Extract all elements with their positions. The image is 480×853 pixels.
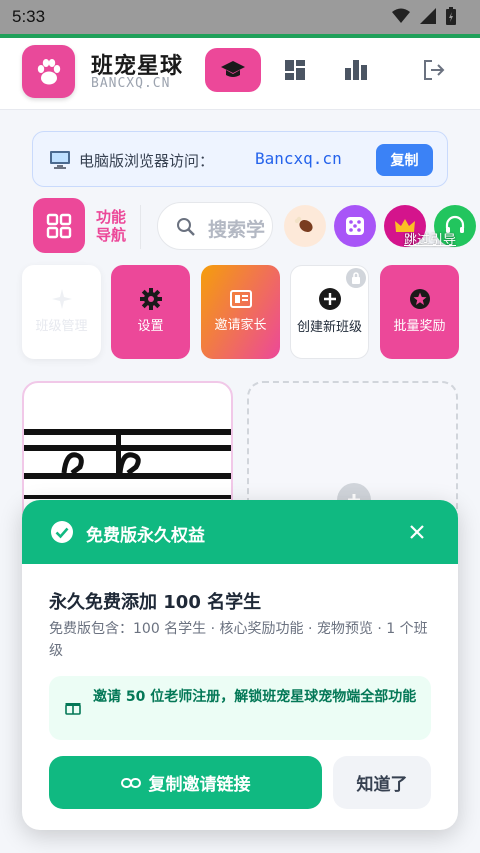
copy-invite-link-button[interactable]: 复制邀请链接 [49, 756, 322, 809]
nav-class-button[interactable] [205, 48, 261, 92]
tile-label: 批量奖励 [393, 319, 446, 334]
modal-title: 免费版永久权益 [86, 526, 205, 546]
tile-bulk-reward[interactable]: 批量奖励 [380, 265, 459, 359]
copy-url-button[interactable]: 复制 [376, 144, 433, 176]
copy-invite-link-label: 复制邀请链接 [148, 775, 251, 795]
modal-description: 免费版包含：100 名学生 · 核心奖励功能 · 宠物预览 · 1 个班级 [49, 621, 428, 659]
invite-tip-text: 邀请 50 位老师注册，解锁班宠星球宠物端全部功能 [93, 689, 417, 705]
computer-icon [50, 151, 70, 169]
search-icon [177, 218, 195, 236]
dice-icon [346, 217, 364, 235]
check-circle-icon [51, 521, 73, 543]
tile-create-class[interactable]: 创建新班级 [290, 265, 369, 359]
wifi-icon [392, 8, 410, 23]
skip-guide-link[interactable]: 跳过引导 [404, 229, 456, 248]
gear-icon [139, 288, 162, 310]
free-plan-modal: 免费版永久权益 永久免费添加 100 名学生 免费版包含：100 名学生 · 核… [22, 500, 458, 830]
dashboard-icon [285, 60, 305, 80]
student-search-input[interactable]: 搜索学 [157, 202, 273, 250]
got-it-button[interactable]: 知道了 [333, 756, 431, 809]
random-pick-button[interactable] [334, 205, 376, 247]
sparkle-icon [51, 289, 72, 309]
banner-text: 电脑版浏览器访问： [79, 152, 215, 170]
app-logo[interactable] [22, 45, 75, 98]
logout-icon [424, 60, 445, 80]
nav-dashboard-button[interactable] [281, 56, 309, 84]
tile-label: 邀请家长 [214, 318, 267, 333]
modal-headline: 永久免费添加 100 名学生 [49, 592, 262, 613]
tile-label: 创建新班级 [296, 320, 362, 335]
tile-label: 班级管理 [35, 319, 88, 334]
tile-label: 设置 [137, 319, 164, 334]
system-icons [392, 7, 456, 25]
modal-header: 免费版永久权益 [22, 500, 458, 564]
status-bar: 5:33 [0, 0, 480, 34]
tile-settings[interactable]: 设置 [111, 265, 190, 359]
tile-class-management[interactable]: 班级管理 [22, 265, 101, 359]
gift-icon [65, 703, 81, 715]
battery-icon [446, 7, 456, 25]
lock-icon [346, 268, 366, 288]
meat-icon [294, 216, 313, 233]
status-time: 5:33 [12, 7, 46, 26]
grid-icon [46, 213, 72, 238]
nav-stats-button[interactable] [342, 56, 370, 84]
banner-url[interactable]: Bancxq.cn [255, 149, 342, 168]
graduation-cap-icon [221, 61, 245, 77]
link-icon [120, 777, 141, 788]
close-icon[interactable] [407, 522, 427, 542]
divider [140, 205, 141, 249]
pet-food-button[interactable] [284, 205, 326, 247]
app-header: 班宠星球 BANCXQ.CN [0, 38, 480, 110]
star-badge-icon [409, 289, 430, 309]
function-nav-button[interactable] [33, 198, 85, 253]
function-nav-label[interactable]: 功能导航 [96, 208, 132, 244]
invite-tip: 邀请 50 位老师注册，解锁班宠星球宠物端全部功能 [49, 676, 431, 740]
logout-button[interactable] [420, 56, 448, 84]
search-placeholder: 搜索学 [208, 219, 266, 241]
desktop-access-banner: 电脑版浏览器访问： Bancxq.cn 复制 [32, 131, 448, 187]
brand-subtitle: BANCXQ.CN [91, 76, 171, 91]
tile-invite-parents[interactable]: 邀请家长 [201, 265, 280, 359]
bar-chart-icon [345, 60, 367, 80]
id-card-icon [229, 290, 252, 308]
signal-icon [420, 8, 436, 24]
paw-icon [37, 58, 60, 84]
add-circle-icon [318, 288, 341, 310]
